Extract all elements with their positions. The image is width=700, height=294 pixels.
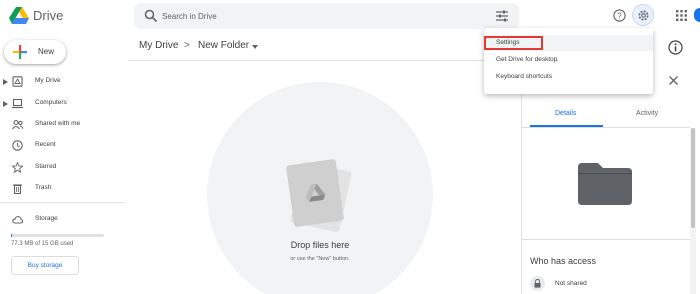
new-button[interactable]: New	[4, 40, 66, 64]
details-section-divider	[522, 239, 690, 240]
menu-item-label: Get Drive for desktop	[496, 56, 558, 63]
expand-arrow-icon[interactable]	[3, 79, 8, 85]
trash-icon	[13, 184, 22, 194]
sidebar-item-storage[interactable]: Storage	[0, 211, 128, 229]
gear-icon	[638, 10, 649, 21]
breadcrumb-separator: >	[184, 40, 190, 51]
drop-zone-subtitle: or use the "New" button.	[290, 256, 350, 262]
sidebar-item-my-drive[interactable]: My Drive	[0, 73, 128, 91]
sidebar-item-label: My Drive	[35, 77, 61, 84]
app-name[interactable]: Drive	[33, 8, 63, 23]
close-icon[interactable]	[669, 76, 678, 85]
details-scrollbar[interactable]	[690, 128, 696, 294]
storage-usage-text: 77.3 MB of 15 GB used	[11, 241, 74, 247]
svg-text:?: ?	[617, 11, 622, 20]
chevron-down-icon[interactable]	[252, 45, 258, 49]
access-avatar	[530, 276, 545, 291]
tabs-divider	[522, 127, 690, 128]
menu-item-keyboard-shortcuts[interactable]: Keyboard shortcuts	[484, 69, 653, 85]
sidebar-item-recent[interactable]: Recent	[0, 137, 128, 155]
storage-usage-fill	[11, 234, 13, 237]
plus-icon	[13, 45, 27, 59]
drive-document-icon	[285, 158, 345, 228]
menu-item-label: Keyboard shortcuts	[496, 73, 553, 80]
details-panel-border	[521, 60, 522, 294]
lock-icon	[534, 279, 541, 288]
shared-with-me-icon	[12, 119, 23, 130]
sidebar-item-label: Shared with me	[35, 120, 81, 127]
star-icon	[12, 162, 23, 173]
sidebar-item-label: Recent	[35, 141, 56, 148]
sidebar-item-computers[interactable]: Computers	[0, 95, 128, 113]
storage-usage-bar	[11, 234, 104, 237]
search-bar[interactable]	[134, 3, 519, 29]
tab-activity[interactable]: Activity	[636, 110, 658, 117]
search-icon[interactable]	[144, 9, 158, 23]
sidebar-item-trash[interactable]: Trash	[0, 180, 128, 198]
clock-icon	[12, 140, 23, 151]
new-button-label: New	[38, 47, 55, 56]
sidebar-divider	[0, 202, 125, 203]
info-icon[interactable]	[668, 40, 683, 55]
my-drive-icon	[12, 76, 23, 87]
sidebar-item-label: Starred	[35, 163, 57, 170]
folder-icon	[578, 163, 632, 205]
drive-logo-icon[interactable]	[9, 7, 29, 24]
sidebar-item-label: Trash	[35, 184, 52, 191]
tab-details[interactable]: Details	[555, 110, 576, 117]
highlight-annotation-box	[484, 36, 543, 50]
who-has-access-title: Who has access	[530, 256, 597, 266]
search-input[interactable]	[162, 8, 462, 24]
menu-item-get-drive-for-desktop[interactable]: Get Drive for desktop	[484, 52, 653, 68]
computers-icon	[12, 98, 23, 109]
sidebar-item-starred[interactable]: Starred	[0, 159, 128, 177]
breadcrumb-current-folder[interactable]: New Folder	[198, 40, 249, 51]
buy-storage-button[interactable]: Buy storage	[11, 256, 79, 275]
settings-button[interactable]	[632, 4, 654, 26]
scrollbar-thumb[interactable]	[691, 128, 695, 228]
drop-zone-title: Drop files here	[290, 240, 350, 250]
cloud-icon	[12, 216, 23, 224]
sharing-status: Not shared	[555, 280, 587, 287]
drive-logo-icon	[305, 183, 326, 202]
expand-arrow-icon[interactable]	[3, 101, 8, 107]
sidebar-item-shared-with-me[interactable]: Shared with me	[0, 116, 128, 134]
search-options-icon[interactable]	[496, 10, 508, 22]
apps-grid-icon[interactable]	[676, 10, 687, 21]
sidebar-item-label: Computers	[35, 99, 67, 106]
help-icon[interactable]: ?	[613, 9, 626, 22]
avatar[interactable]	[694, 8, 700, 22]
breadcrumb-root[interactable]: My Drive	[139, 40, 178, 51]
storage-label: Storage	[35, 215, 58, 222]
